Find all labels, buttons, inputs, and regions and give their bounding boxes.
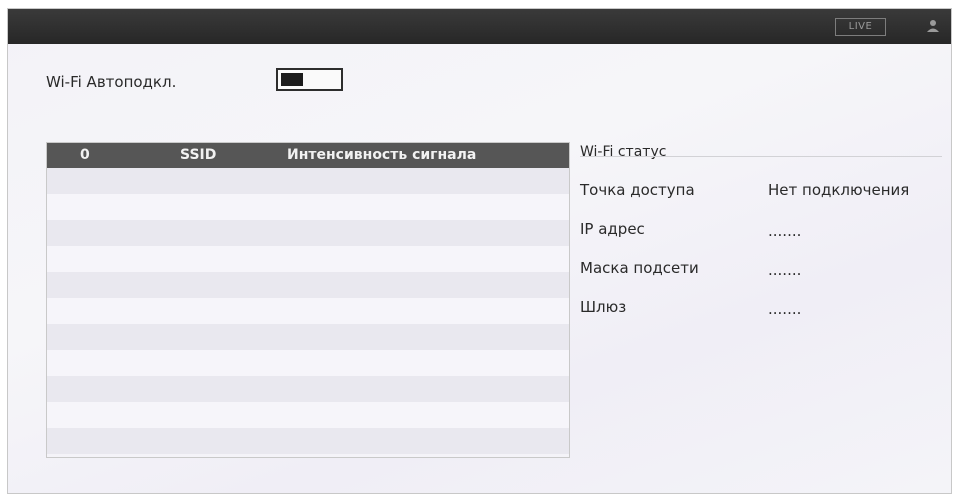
ip-address-label: IP адрес — [580, 220, 645, 238]
column-header-ssid[interactable]: SSID — [180, 147, 216, 163]
wifi-auto-connect-toggle[interactable] — [276, 68, 343, 91]
subnet-mask-label: Маска подсети — [580, 259, 699, 277]
table-row[interactable] — [47, 220, 569, 246]
live-button[interactable]: LIVE — [835, 18, 886, 36]
main-window: LIVE Wi-Fi Автоподкл. 0 SSID Интенсивнос… — [7, 8, 952, 494]
user-icon[interactable] — [925, 18, 941, 34]
access-point-label: Точка доступа — [580, 181, 695, 199]
top-bar: LIVE — [8, 9, 951, 44]
ip-address-value: ....... — [768, 222, 802, 240]
subnet-mask-value: ....... — [768, 261, 802, 279]
gateway-label: Шлюз — [580, 298, 627, 316]
table-row[interactable] — [47, 246, 569, 272]
column-header-signal[interactable]: Интенсивность сигнала — [287, 147, 476, 163]
access-point-value: Нет подключения — [768, 181, 910, 199]
table-row[interactable] — [47, 376, 569, 402]
table-row[interactable] — [47, 402, 569, 428]
table-row[interactable] — [47, 272, 569, 298]
table-header: 0 SSID Интенсивность сигнала — [47, 143, 569, 168]
table-row[interactable] — [47, 194, 569, 220]
gateway-value: ....... — [768, 300, 802, 318]
table-row[interactable] — [47, 324, 569, 350]
divider — [580, 156, 942, 157]
toggle-knob — [281, 73, 303, 86]
table-row[interactable] — [47, 350, 569, 376]
table-row[interactable] — [47, 428, 569, 454]
wifi-network-table[interactable]: 0 SSID Интенсивность сигнала — [46, 142, 570, 458]
wifi-auto-connect-label: Wi-Fi Автоподкл. — [46, 73, 177, 91]
column-header-index[interactable]: 0 — [80, 147, 90, 163]
table-row[interactable] — [47, 298, 569, 324]
wifi-status-title: Wi-Fi статус — [580, 144, 667, 160]
table-row[interactable] — [47, 168, 569, 194]
